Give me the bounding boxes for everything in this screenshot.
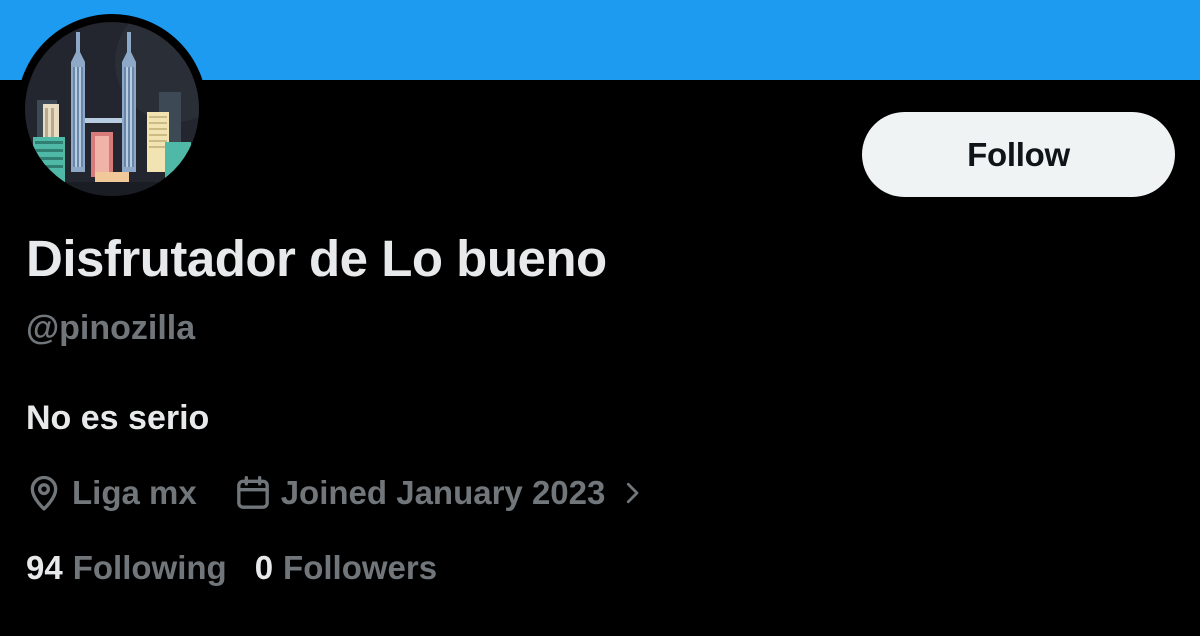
chevron-right-icon[interactable] xyxy=(617,478,647,508)
following-count: 94 xyxy=(26,549,63,586)
follow-stats-row: 94 Following 0 Followers xyxy=(26,549,437,587)
followers-count: 0 xyxy=(254,549,274,586)
location-pin-icon xyxy=(24,473,64,513)
followers-label: Followers xyxy=(283,549,438,586)
location-item: Liga mx xyxy=(24,473,197,513)
calendar-icon xyxy=(233,473,273,513)
joined-date-text: Joined January 2023 xyxy=(280,474,606,511)
follow-button[interactable]: Follow xyxy=(862,112,1175,197)
location-text: Liga mx xyxy=(72,474,197,511)
user-handle: @pinozilla xyxy=(26,309,196,347)
following-label: Following xyxy=(72,549,227,586)
followers-stat-link[interactable]: 0 Followers xyxy=(255,549,437,587)
joined-item[interactable]: Joined January 2023 xyxy=(233,473,648,513)
display-name: Disfrutador de Lo bueno xyxy=(26,230,607,287)
profile-avatar[interactable] xyxy=(17,14,207,204)
avatar-skyline-image xyxy=(25,22,199,196)
following-stat-link[interactable]: 94 Following xyxy=(26,549,227,587)
profile-bio: No es serio xyxy=(26,399,210,437)
profile-meta-row: Liga mx Joined January 2023 xyxy=(24,470,647,516)
